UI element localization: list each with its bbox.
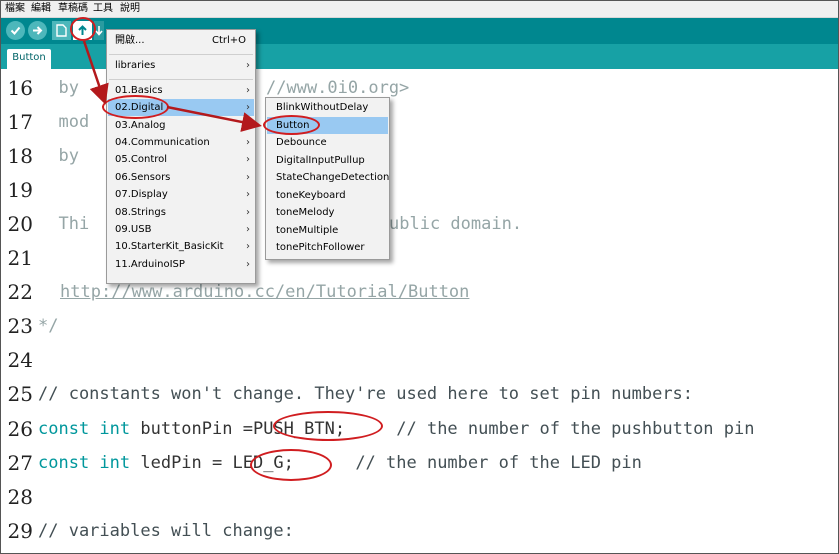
- annotation-ellipse-push-btn: [273, 411, 383, 441]
- line-number: 26: [7, 417, 33, 441]
- line-number: 28: [7, 485, 33, 509]
- submenu-item-digitalinputpullup[interactable]: DigitalInputPullup: [276, 152, 365, 169]
- arrow-down-icon: [95, 26, 103, 36]
- line-number: 17: [7, 110, 33, 134]
- chevron-right-icon: ›: [246, 60, 250, 71]
- menu-separator: [109, 79, 253, 80]
- code-line: by: [38, 78, 90, 98]
- line-number: 21: [7, 246, 33, 270]
- inline-comment: // the number of the LED pin: [293, 453, 642, 473]
- code-fragment: ublic domain.: [389, 214, 523, 234]
- identifier: ledPin =: [130, 453, 233, 473]
- open-menu: 開啟... Ctrl+O libraries › 01.Basics › 02.…: [106, 29, 256, 284]
- chevron-right-icon: ›: [246, 241, 250, 252]
- menu-separator: [109, 54, 253, 55]
- line-number: 23: [7, 314, 33, 338]
- upload-button[interactable]: [28, 21, 47, 40]
- menu-item-control[interactable]: 05.Control: [115, 151, 167, 168]
- menu-edit[interactable]: 編輯: [31, 2, 51, 16]
- menu-item-open[interactable]: 開啟...: [115, 32, 145, 49]
- code-line: Thi: [38, 214, 90, 234]
- arrow-right-icon: [33, 26, 43, 35]
- new-file-icon: [56, 24, 67, 37]
- menu-item-starterkit[interactable]: 10.StarterKit_BasicKit: [115, 238, 224, 255]
- keyword: const int: [38, 453, 131, 473]
- line-number: 29: [7, 519, 33, 543]
- submenu-item-tonepitchfollower[interactable]: tonePitchFollower: [276, 239, 365, 256]
- chevron-right-icon: ›: [246, 207, 250, 218]
- menu-item-sensors[interactable]: 06.Sensors: [115, 169, 170, 186]
- code-line: mod: [38, 112, 90, 132]
- verify-button[interactable]: [6, 21, 25, 40]
- tab-button-sketch[interactable]: Button: [7, 49, 51, 69]
- check-icon: [10, 26, 21, 35]
- line-number: 27: [7, 451, 33, 475]
- line-number: 22: [7, 280, 33, 304]
- line-number: 16: [7, 76, 33, 100]
- chevron-right-icon: ›: [246, 85, 250, 96]
- menu-item-communication[interactable]: 04.Communication: [115, 134, 210, 151]
- annotation-ellipse-button: [263, 115, 320, 135]
- chevron-right-icon: ›: [246, 259, 250, 270]
- menu-bar: 檔案 編輯 草稿碼 工具 說明: [1, 1, 838, 18]
- keyword: const int: [38, 419, 131, 439]
- chevron-right-icon: ›: [246, 137, 250, 148]
- chevron-right-icon: ›: [246, 172, 250, 183]
- arduino-ide-window: 檔案 編輯 草稿碼 工具 說明 Button 16 by //www.0i0.o…: [0, 0, 839, 554]
- chevron-right-icon: ›: [246, 224, 250, 235]
- chevron-right-icon: ›: [246, 189, 250, 200]
- identifier: buttonPin =: [130, 419, 253, 439]
- code-line: const int buttonPin =PUSH_BTN; // the nu…: [38, 417, 754, 441]
- line-number: 18: [7, 144, 33, 168]
- code-line: by: [38, 146, 90, 166]
- annotation-ellipse-digital: [102, 95, 169, 119]
- line-number: 25: [7, 382, 33, 406]
- submenu-item-tonemelody[interactable]: toneMelody: [276, 204, 334, 221]
- submenu-item-tonemultiple[interactable]: toneMultiple: [276, 222, 338, 239]
- code-line: // variables will change:: [38, 521, 294, 541]
- code-line: // constants won't change. They're used …: [38, 384, 694, 404]
- code-line: const int ledPin = LED_G; // the number …: [38, 451, 642, 475]
- submenu-item-debounce[interactable]: Debounce: [276, 134, 327, 151]
- chevron-right-icon: ›: [246, 102, 250, 113]
- line-number: 19: [7, 178, 33, 202]
- annotation-ellipse-open-button: [70, 17, 96, 41]
- menu-item-display[interactable]: 07.Display: [115, 186, 168, 203]
- submenu-item-tonekeyboard[interactable]: toneKeyboard: [276, 187, 346, 204]
- menu-tools[interactable]: 工具: [93, 2, 113, 16]
- menu-item-arduinoisp[interactable]: 11.ArduinoISP: [115, 256, 185, 273]
- menu-help[interactable]: 說明: [120, 2, 140, 16]
- submenu-item-statechangedetection[interactable]: StateChangeDetection: [276, 169, 389, 186]
- chevron-right-icon: ›: [246, 154, 250, 165]
- new-button[interactable]: [52, 21, 71, 40]
- menu-item-libraries[interactable]: libraries: [115, 57, 155, 74]
- menu-sketch[interactable]: 草稿碼: [58, 2, 88, 16]
- inline-comment: // the number of the pushbutton pin: [345, 419, 755, 439]
- menu-item-strings[interactable]: 08.Strings: [115, 204, 166, 221]
- line-number: 20: [7, 212, 33, 236]
- chevron-right-icon: ›: [246, 120, 250, 131]
- annotation-ellipse-led-g: [250, 449, 332, 481]
- line-number: 24: [7, 348, 33, 372]
- menu-item-usb[interactable]: 09.USB: [115, 221, 151, 238]
- shortcut-text: Ctrl+O: [212, 35, 247, 46]
- menu-file[interactable]: 檔案: [5, 2, 25, 16]
- code-line: */: [38, 316, 59, 336]
- submenu-item-blinkwithoutdelay[interactable]: BlinkWithoutDelay: [276, 99, 368, 116]
- menu-item-analog[interactable]: 03.Analog: [115, 117, 165, 134]
